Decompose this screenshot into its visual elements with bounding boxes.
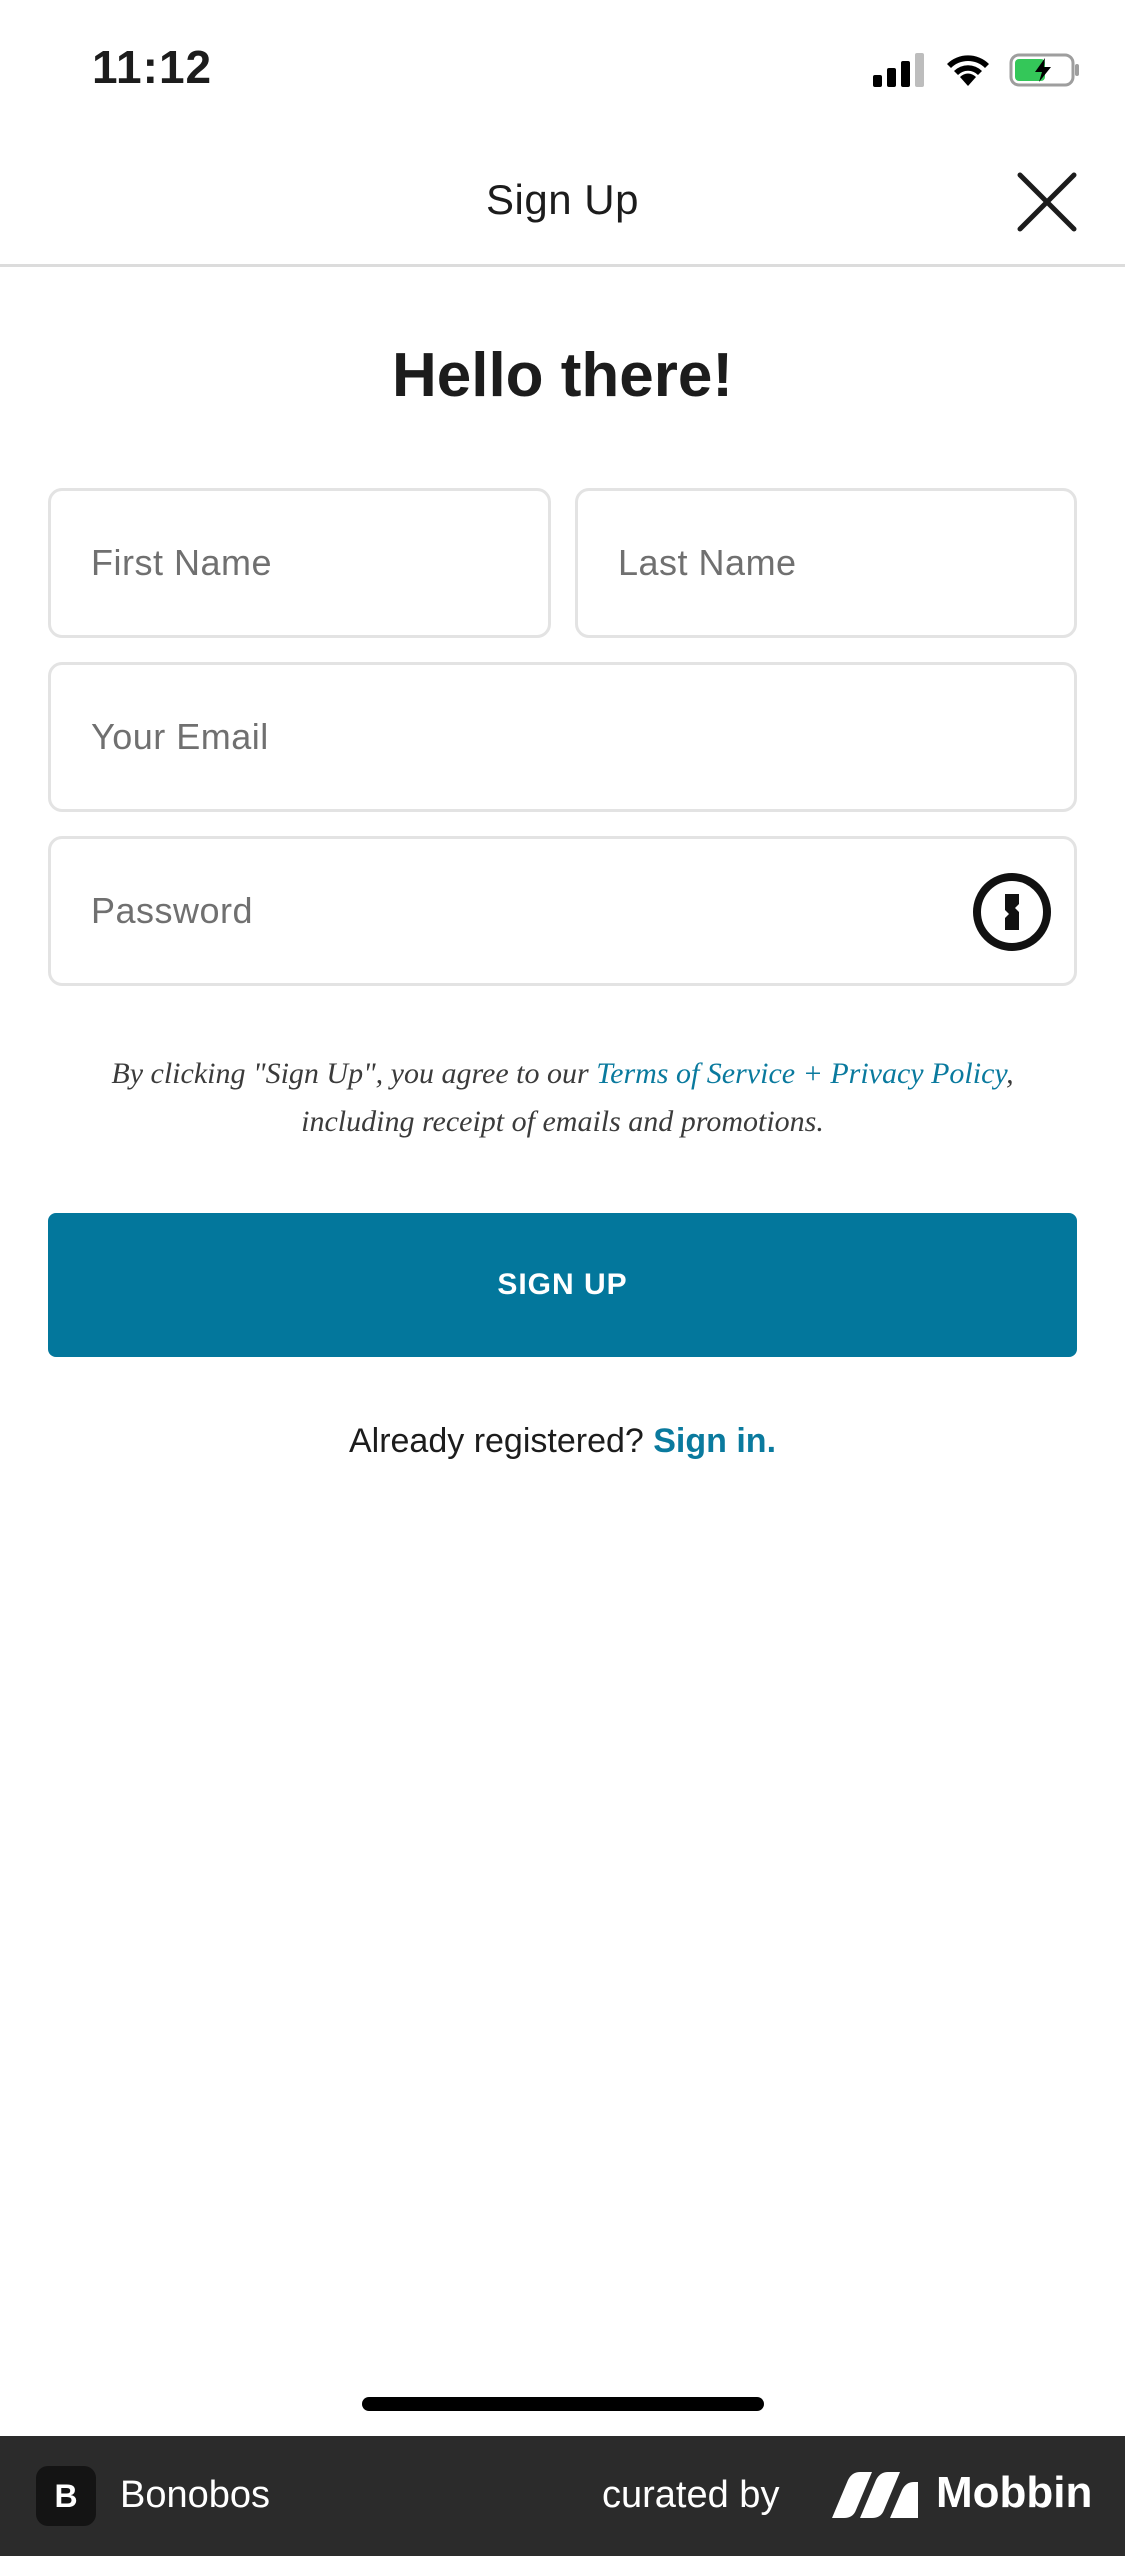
password-input[interactable] — [91, 839, 951, 983]
sign-in-row: Already registered? Sign in. — [0, 1422, 1125, 1461]
password-manager-icon[interactable] — [972, 872, 1052, 952]
mobbin-logo-icon — [832, 2472, 918, 2518]
sign-in-link[interactable]: Sign in. — [653, 1422, 776, 1460]
battery-charging-icon — [1009, 53, 1079, 87]
first-name-input[interactable] — [91, 491, 528, 635]
terms-link[interactable]: Terms of Service — [596, 1057, 795, 1090]
first-name-field — [48, 488, 551, 638]
status-bar: 11:12 — [0, 0, 1125, 140]
privacy-link[interactable]: Privacy Policy — [830, 1057, 1006, 1090]
status-time: 11:12 — [92, 41, 213, 93]
wifi-icon — [947, 55, 989, 86]
last-name-input[interactable] — [618, 491, 1054, 635]
page-heading: Hello there! — [391, 341, 734, 410]
home-indicator — [362, 2397, 764, 2411]
legal-prefix: By clicking "Sign Up", you agree to our — [111, 1057, 597, 1090]
password-field — [48, 836, 1077, 986]
status-icons — [873, 48, 1081, 92]
email-field — [48, 662, 1077, 812]
last-name-field — [575, 488, 1077, 638]
sign-up-button[interactable]: SIGN UP — [48, 1213, 1077, 1357]
mobbin-brand: Mobbin — [936, 2468, 1093, 2517]
app-name: Bonobos — [120, 2474, 271, 2516]
footer-bar: B Bonobos curated by Mobbin — [0, 2436, 1125, 2556]
legal-joiner: + — [795, 1057, 831, 1090]
cellular-signal-icon — [873, 53, 924, 87]
email-input[interactable] — [91, 665, 1054, 809]
close-icon — [1017, 172, 1077, 232]
header-title: Sign Up — [486, 176, 639, 223]
close-button[interactable] — [1009, 164, 1085, 240]
app-icon: B — [36, 2466, 96, 2526]
legal-notice: By clicking "Sign Up", you agree to our … — [60, 1050, 1065, 1146]
modal-header: Sign Up — [0, 140, 1125, 267]
curated-by-label: curated by — [602, 2474, 780, 2516]
sign-in-prompt: Already registered? — [348, 1422, 654, 1460]
